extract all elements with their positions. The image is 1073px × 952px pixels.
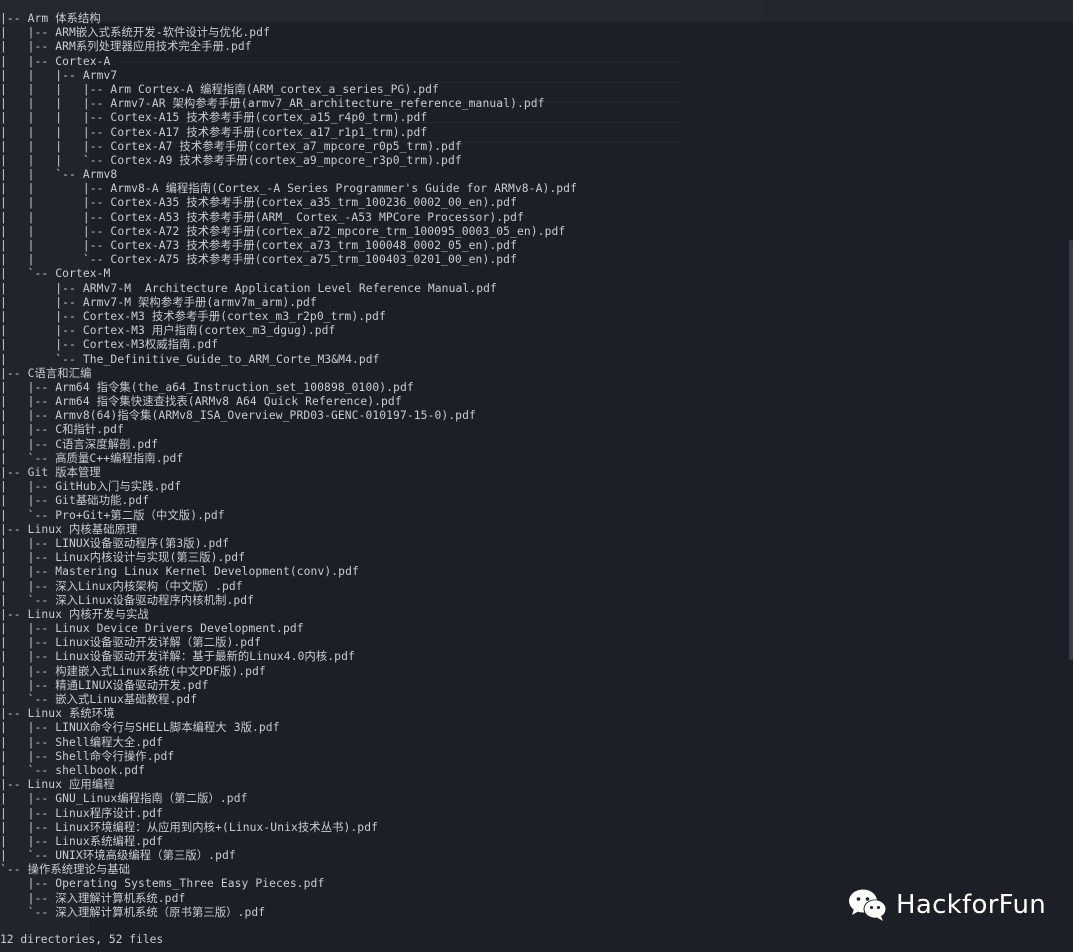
tree-line: `-- 操作系统理论与基础	[0, 863, 131, 877]
tree-line: | |-- Mastering Linux Kernel Development…	[0, 565, 359, 579]
tree-line: | `-- Pro+Git+第二版（中文版).pdf	[0, 508, 225, 522]
tree-line: | |-- ARMv7-M Architecture Application L…	[0, 281, 497, 295]
tree-line: | |-- LINUX命令行与SHELL脚本编程大 3版.pdf	[0, 721, 280, 735]
tree-line: | | | |-- Cortex-A15 技术参考手册(cortex_a15_r…	[0, 111, 428, 125]
tree-line: | |-- Linux设备驱动开发详解（第二版).pdf	[0, 636, 261, 650]
tree-line: | `-- UNIX环境高级编程（第三版）.pdf	[0, 849, 236, 863]
tree-line: | `-- 深入Linux设备驱动程序内核机制.pdf	[0, 593, 255, 607]
tree-line: |-- Linux 内核基础原理	[0, 522, 138, 536]
tree-line: | | | |-- Arm Cortex-A 编程指南(ARM_cortex_a…	[0, 82, 439, 96]
tree-line: |-- Linux 应用编程	[0, 778, 115, 792]
tree-line: | | |-- Cortex-A53 技术参考手册(ARM_ Cortex_-A…	[0, 210, 524, 224]
tree-line: | |-- Shell命令行操作.pdf	[0, 749, 175, 763]
tree-line: | |-- GitHub入门与实践.pdf	[0, 480, 182, 494]
tree-line: |-- Linux 内核开发与实战	[0, 607, 149, 621]
tree-line: | |-- ARM嵌入式系统开发-软件设计与优化.pdf	[0, 26, 270, 40]
tree-line: |-- Linux 系统环境	[0, 707, 115, 721]
tree-summary: 12 directories, 52 files	[0, 933, 164, 946]
tree-line: | `-- Cortex-M	[0, 267, 111, 281]
tree-line: | |-- Arm64 指令集(the_a64_Instruction_set_…	[0, 380, 414, 394]
tree-line: | |-- Linux Device Drivers Development.p…	[0, 622, 304, 636]
tree-line: | | | |-- Cortex-A7 技术参考手册(cortex_a7_mpc…	[0, 139, 462, 153]
terminal-scrollbar[interactable]	[1069, 240, 1073, 660]
tree-line: | |-- C语言深度解剖.pdf	[0, 437, 159, 451]
tree-line: |-- Git 版本管理	[0, 466, 101, 479]
watermark: HackforFun	[848, 884, 1046, 926]
tree-line: | | |-- Armv7	[0, 68, 118, 82]
tree-line: | |-- 构建嵌入式Linux系统(中文PDF版).pdf	[0, 664, 266, 678]
tree-line: | |-- Git基础功能.pdf	[0, 494, 150, 508]
tree-line: | |-- GNU_Linux编程指南（第二版）.pdf	[0, 792, 248, 806]
terminal-window: |-- Arm 体系结构 | |-- ARM嵌入式系统开发-软件设计与优化.pdf…	[0, 0, 1073, 952]
tree-line: | | |-- Cortex-A72 技术参考手册(cortex_a72_mpc…	[0, 224, 566, 238]
tree-line: |-- Arm 体系结构	[0, 12, 101, 25]
tree-line: | |-- Cortex-M3 用户指南(cortex_m3_dgug).pdf	[0, 324, 336, 338]
tree-line: | |-- LINUX设备驱动程序(第3版).pdf	[0, 536, 230, 550]
tree-line: | `-- The_Definitive_Guide_to_ARM_Corte_…	[0, 352, 380, 366]
tree-line: | |-- Armv7-M 架构参考手册(armv7m_arm).pdf	[0, 295, 317, 309]
tree-line: | |-- Linux环境编程：从应用到内核+(Linux-Unix技术丛书).…	[0, 820, 378, 834]
tree-line: | |-- C和指针.pdf	[0, 423, 124, 437]
tree-line: |-- C语言和汇编	[0, 366, 92, 380]
tree-line: | | `-- Armv8	[0, 168, 118, 182]
tree-line: | `-- 嵌入式Linux基础教程.pdf	[0, 693, 198, 706]
tree-line: | |-- Linux程序设计.pdf	[0, 806, 163, 820]
tree-line: | |-- Armv8(64)指令集(ARMv8_ISA_Overview_PR…	[0, 409, 476, 423]
tree-line: | |-- 精通LINUX设备驱动开发.pdf	[0, 678, 209, 692]
tree-line: | |-- 深入Linux内核架构（中文版）.pdf	[0, 579, 243, 593]
wechat-icon	[848, 888, 888, 922]
tree-line: |-- 深入理解计算机系统.pdf	[0, 891, 186, 905]
tree-line: | | | `-- Cortex-A9 技术参考手册(cortex_a9_mpc…	[0, 153, 462, 167]
tree-line: | |-- Cortex-A	[0, 54, 111, 68]
tree-line: | |-- Linux内核设计与实现(第三版).pdf	[0, 551, 246, 565]
tree-line: | | `-- Cortex-A75 技术参考手册(cortex_a75_trm…	[0, 253, 517, 267]
tree-line: | | | |-- Cortex-A17 技术参考手册(cortex_a17_r…	[0, 125, 428, 139]
tree-line: | |-- Cortex-M3权威指南.pdf	[0, 338, 219, 352]
tree-line: | | |-- Cortex-A73 技术参考手册(cortex_a73_trm…	[0, 239, 517, 252]
tree-line: | `-- shellbook.pdf	[0, 763, 145, 777]
tree-line: | |-- Arm64 指令集快速查找表(ARMv8 A64 Quick Ref…	[0, 395, 402, 409]
directory-tree-output: |-- Arm 体系结构 | |-- ARM嵌入式系统开发-软件设计与优化.pdf…	[0, 12, 577, 920]
tree-line: | | | |-- Armv7-AR 架构参考手册(armv7_AR_archi…	[0, 97, 545, 111]
tree-line: | | |-- Armv8-A 编程指南(Cortex_-A Series Pr…	[0, 182, 577, 196]
tree-line: | | |-- Cortex-A35 技术参考手册(cortex_a35_trm…	[0, 196, 517, 210]
tree-line: | |-- Linux系统编程.pdf	[0, 834, 163, 848]
tree-line: | |-- Cortex-M3 技术参考手册(cortex_m3_r2p0_tr…	[0, 309, 386, 323]
tree-line: `-- 深入理解计算机系统（原书第三版）.pdf	[0, 905, 266, 919]
tree-line: |-- Operating Systems_Three Easy Pieces.…	[0, 877, 325, 891]
watermark-label: HackforFun	[896, 890, 1047, 920]
tree-line: | |-- ARM系列处理器应用技术完全手册.pdf	[0, 40, 252, 54]
tree-line: | `-- 高质量C++编程指南.pdf	[0, 451, 184, 465]
tree-line: | |-- Shell编程大全.pdf	[0, 735, 163, 749]
tree-line: | |-- Linux设备驱动开发详解：基于最新的Linux4.0内核.pdf	[0, 650, 355, 664]
